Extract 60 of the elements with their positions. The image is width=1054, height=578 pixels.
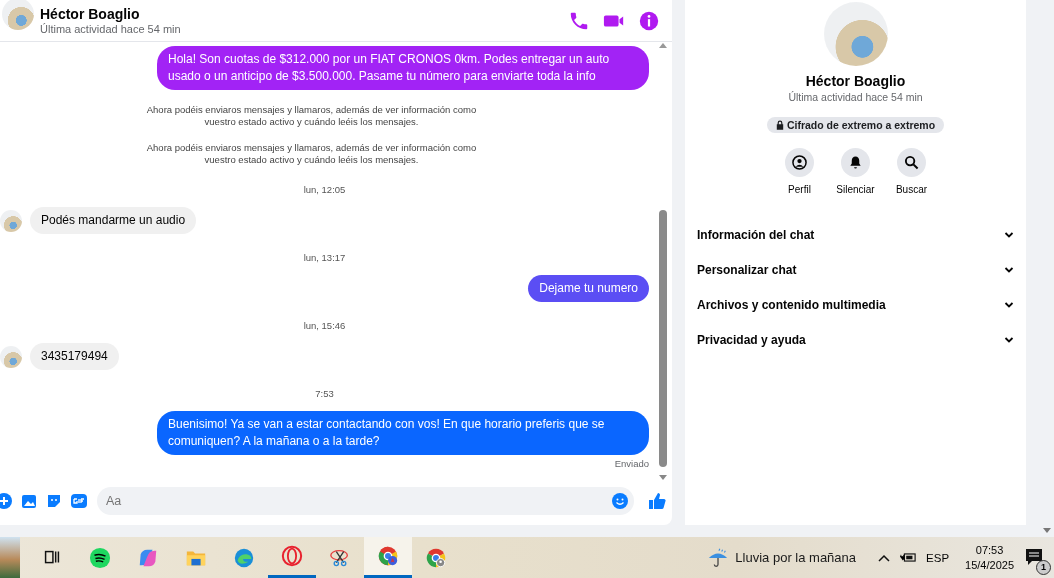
lock-icon [775,120,784,130]
browser-wave-icon [233,546,255,569]
search-button[interactable] [897,148,926,177]
section-header[interactable]: Información del chat [697,217,1014,252]
emoji-icon[interactable] [612,493,628,509]
contact-name: Héctor Boaglio [805,73,906,89]
message-bubble: 3435179494 [30,343,119,370]
avatar-photo [0,209,22,232]
contact-name: Héctor Boaglio [40,5,141,23]
gif-icon[interactable] [71,493,87,509]
mute-button[interactable] [841,148,870,177]
weather-text[interactable]: Lluvia por la mañana [735,550,857,565]
action-label: Silenciar [836,184,875,195]
info-icon[interactable] [638,9,660,32]
message-bubble: Hola! Son cuotas de $312.000 por un FIAT CRONOS 0km. Podes entregar un auto usado o un anticipo de $3.500.000. Pasame tu número para enviarte toda la info [157,46,649,90]
action-label: Perfil [788,184,811,195]
section-header[interactable]: Personalizar chat [697,252,1014,287]
activity-status: Última actividad hace 54 min [788,91,923,103]
browser-profile-icon [377,545,399,567]
message-bubble: Dejame tu numero [528,275,649,302]
read-receipt: Enviado [614,458,649,469]
umbrella-icon[interactable] [707,546,730,569]
message-bubble: Podés mandarme un audio [30,207,197,234]
search-icon [904,155,919,170]
avatar-photo [0,345,22,368]
notification-badge: 1 [1036,559,1051,575]
timestamp: lun, 13:17 [303,252,346,263]
clock-date[interactable]: 15/4/2025 [965,557,1014,573]
sticker-icon[interactable] [46,493,62,509]
desktop-thumbnail[interactable] [0,537,20,578]
ring-browser-icon [281,545,303,567]
bell-icon [848,155,863,170]
plus-icon[interactable] [0,493,12,509]
scroll-up-arrow-icon[interactable] [659,42,667,48]
encryption-label: Cifrado de extremo a extremo [786,119,936,131]
chevron-up-icon[interactable] [878,553,891,562]
system-notice: Ahora podéis enviaros mensajes y llamaros, además de ver información como vuestro estado activo y cuándo leéis los mensajes. [145,104,478,128]
timestamp: lun, 12:05 [303,184,346,195]
scroll-down-arrow-icon[interactable] [659,475,667,481]
timestamp: 7:53 [315,388,334,399]
thumbs-up-icon[interactable] [648,492,666,510]
message-bubble: Buenisimo! Ya se van a estar contactando con vos! En que horario preferis que se comuniquen? A la mañana o a la tarde? [157,411,649,455]
section-header[interactable]: Archivos y contenido multimedia [697,287,1014,322]
avatar-photo [2,0,34,30]
clock-time[interactable]: 07:53 [975,542,1004,558]
action-label: Buscar [895,184,928,195]
browser-profile-icon [425,546,447,569]
battery-icon[interactable] [900,552,917,563]
activity-status: Última actividad hace 54 min [40,22,182,36]
music-app-icon [89,546,111,569]
message-input-field[interactable]: Aa [97,487,634,515]
image-icon[interactable] [21,493,37,509]
section-header[interactable]: Privacidad y ayuda [697,322,1014,357]
scrollbar-thumb[interactable] [659,210,667,467]
scroll-down-arrow-icon[interactable] [1043,528,1051,534]
profile-icon [792,155,807,170]
system-notice: Ahora podéis enviaros mensajes y llamaros, además de ver información como vuestro estado activo y cuándo leéis los mensajes. [145,142,478,166]
timestamp: lun, 15:46 [303,320,346,331]
language-indicator[interactable]: ESP [926,551,950,564]
profile-button[interactable] [785,148,814,177]
